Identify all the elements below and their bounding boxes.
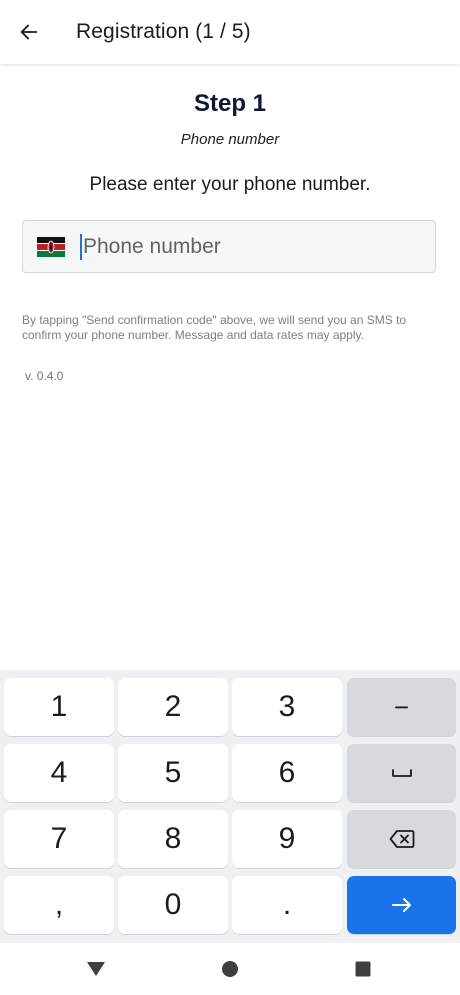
back-triangle-icon: [87, 962, 105, 976]
nav-back-button[interactable]: [66, 943, 126, 995]
backspace-icon: [389, 830, 414, 848]
key-backspace[interactable]: [347, 810, 456, 868]
home-circle-icon: [222, 961, 238, 977]
key-minus[interactable]: −: [347, 678, 456, 736]
key-4[interactable]: 4: [4, 744, 114, 802]
key-3[interactable]: 3: [232, 678, 342, 736]
step-title: Step 1: [193, 90, 267, 117]
phone-number-input[interactable]: [83, 234, 403, 259]
space-icon: [391, 769, 412, 777]
phone-number-field[interactable]: [22, 220, 436, 273]
key-2[interactable]: 2: [118, 678, 228, 736]
instruction-text: Please enter your phone number.: [89, 174, 371, 195]
text-cursor: [80, 233, 82, 260]
key-0[interactable]: 0: [118, 876, 228, 934]
key-9[interactable]: 9: [232, 810, 342, 868]
system-nav-bar: [0, 943, 460, 995]
app-bar: Registration (1 / 5): [0, 0, 460, 64]
key-space[interactable]: [347, 744, 456, 802]
step-subtitle: Phone number: [180, 131, 280, 148]
recents-square-icon: [355, 961, 371, 977]
key-6[interactable]: 6: [232, 744, 342, 802]
sms-disclaimer: By tapping "Send confirmation code" abov…: [22, 313, 407, 342]
app-version: v. 0.4.0: [25, 369, 64, 383]
key-8[interactable]: 8: [118, 810, 228, 868]
key-comma[interactable]: ,: [4, 876, 114, 934]
numeric-keyboard: 1 2 3 − 4 5 6 7 8 9 , 0 .: [0, 670, 460, 943]
page-title: Registration (1 / 5): [76, 20, 251, 43]
key-next[interactable]: [347, 876, 456, 934]
key-7[interactable]: 7: [4, 810, 114, 868]
key-period[interactable]: .: [232, 876, 342, 934]
back-button[interactable]: [0, 0, 58, 64]
nav-home-button[interactable]: [200, 943, 260, 995]
arrow-left-icon: [20, 24, 38, 40]
arrow-right-icon: [391, 898, 411, 912]
kenya-flag-icon[interactable]: [37, 236, 65, 257]
key-1[interactable]: 1: [4, 678, 114, 736]
key-5[interactable]: 5: [118, 744, 228, 802]
nav-recents-button[interactable]: [333, 943, 393, 995]
